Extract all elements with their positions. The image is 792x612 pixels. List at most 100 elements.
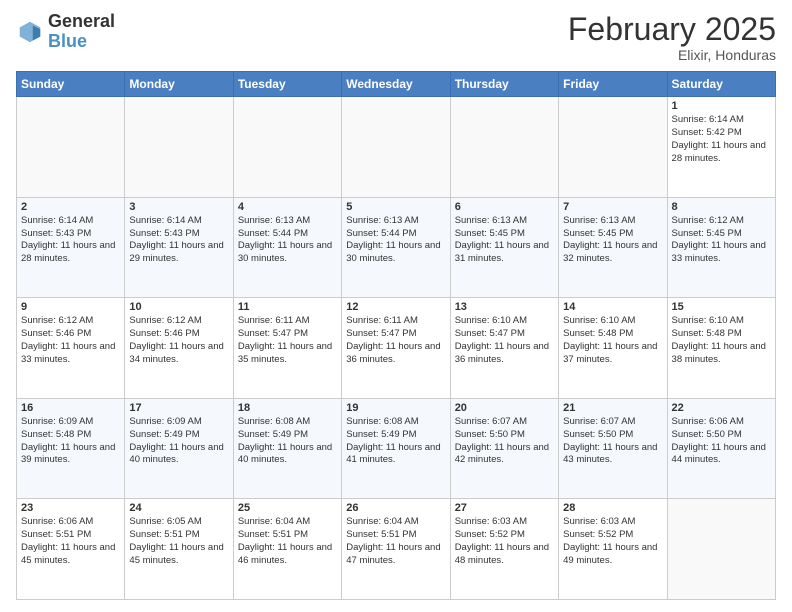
day-info: Sunrise: 6:09 AM Sunset: 5:48 PM Dayligh… <box>21 416 120 467</box>
day-number: 15 <box>672 301 771 313</box>
calendar-cell: 14 Sunrise: 6:10 AM Sunset: 5:48 PM Dayli… <box>559 298 667 399</box>
weekday-wednesday: Wednesday <box>342 72 450 97</box>
day-info: Sunrise: 6:13 AM Sunset: 5:44 PM Dayligh… <box>346 215 445 266</box>
day-info: Sunrise: 6:07 AM Sunset: 5:50 PM Dayligh… <box>455 416 554 467</box>
weekday-friday: Friday <box>559 72 667 97</box>
day-number: 1 <box>672 100 771 112</box>
calendar-cell: 20 Sunrise: 6:07 AM Sunset: 5:50 PM Dayli… <box>450 398 558 499</box>
day-number: 28 <box>563 502 662 514</box>
calendar-cell: 9Sunrise: 6:12 AM Sunset: 5:46 PM Daylig… <box>17 298 125 399</box>
day-number: 22 <box>672 402 771 414</box>
day-info: Sunrise: 6:10 AM Sunset: 5:48 PM Dayligh… <box>672 315 771 366</box>
calendar-cell: 21Sunrise: 6:07 AM Sunset: 5:50 PM Dayli… <box>559 398 667 499</box>
logo-text: General Blue <box>48 12 115 52</box>
calendar-cell <box>233 97 341 198</box>
day-number: 9 <box>21 301 120 313</box>
weekday-header-row: SundayMondayTuesdayWednesdayThursdayFrid… <box>17 72 776 97</box>
calendar-cell: 28 Sunrise: 6:03 AM Sunset: 5:52 PM Dayli… <box>559 499 667 600</box>
logo: General Blue <box>16 12 115 52</box>
calendar-cell: 26 Sunrise: 6:04 AM Sunset: 5:51 PM Dayli… <box>342 499 450 600</box>
page: General Blue February 2025 Elixir, Hondu… <box>0 0 792 612</box>
day-info: Sunrise: 6:12 AM Sunset: 5:45 PM Dayligh… <box>672 215 771 266</box>
location-subtitle: Elixir, Honduras <box>568 47 776 63</box>
day-info: Sunrise: 6:14 AM Sunset: 5:42 PM Dayligh… <box>672 114 771 165</box>
day-info: Sunrise: 6:10 AM Sunset: 5:48 PM Dayligh… <box>563 315 662 366</box>
day-info: Sunrise: 6:14 AM Sunset: 5:43 PM Dayligh… <box>21 215 120 266</box>
week-row-2: 9 Sunrise: 6:12 AM Sunset: 5:46 PM Daylig… <box>17 298 776 399</box>
calendar-cell: 12Sunrise: 6:11 AM Sunset: 5:47 PM Dayli… <box>342 298 450 399</box>
day-info: Sunrise: 6:05 AM Sunset: 5:51 PM Dayligh… <box>129 516 228 567</box>
day-number: 6 <box>455 201 554 213</box>
day-info: Sunrise: 6:03 AM Sunset: 5:52 PM Dayligh… <box>455 516 554 567</box>
day-number: 10 <box>129 301 228 313</box>
calendar-cell: 23Sunrise: 6:06 AM Sunset: 5:51 PM Dayli… <box>17 499 125 600</box>
calendar-cell: 4 Sunrise: 6:13 AM Sunset: 5:44 PM Daylig… <box>233 197 341 298</box>
day-info: Sunrise: 6:08 AM Sunset: 5:49 PM Dayligh… <box>346 416 445 467</box>
week-row-3: 16 Sunrise: 6:09 AM Sunset: 5:48 PM Dayli… <box>17 398 776 499</box>
day-number: 19 <box>346 402 445 414</box>
day-info: Sunrise: 6:06 AM Sunset: 5:51 PM Dayligh… <box>21 516 120 567</box>
day-number: 27 <box>455 502 554 514</box>
logo-icon <box>16 18 44 46</box>
day-info: Sunrise: 6:11 AM Sunset: 5:47 PM Dayligh… <box>346 315 445 366</box>
calendar-cell <box>667 499 775 600</box>
day-number: 11 <box>238 301 337 313</box>
calendar-cell <box>17 97 125 198</box>
day-info: Sunrise: 6:11 AM Sunset: 5:47 PM Dayligh… <box>238 315 337 366</box>
weekday-tuesday: Tuesday <box>233 72 341 97</box>
day-number: 5 <box>346 201 445 213</box>
weekday-sunday: Sunday <box>17 72 125 97</box>
week-row-1: 2 Sunrise: 6:14 AM Sunset: 5:43 PM Daylig… <box>17 197 776 298</box>
week-row-4: 23Sunrise: 6:06 AM Sunset: 5:51 PM Dayli… <box>17 499 776 600</box>
day-number: 8 <box>672 201 771 213</box>
header: General Blue February 2025 Elixir, Hondu… <box>16 12 776 63</box>
month-title: February 2025 <box>568 12 776 47</box>
day-info: Sunrise: 6:08 AM Sunset: 5:49 PM Dayligh… <box>238 416 337 467</box>
day-number: 4 <box>238 201 337 213</box>
calendar-cell <box>342 97 450 198</box>
calendar-cell: 15 Sunrise: 6:10 AM Sunset: 5:48 PM Dayli… <box>667 298 775 399</box>
day-number: 20 <box>455 402 554 414</box>
day-info: Sunrise: 6:03 AM Sunset: 5:52 PM Dayligh… <box>563 516 662 567</box>
calendar-cell: 1 Sunrise: 6:14 AM Sunset: 5:42 PM Daylig… <box>667 97 775 198</box>
day-number: 3 <box>129 201 228 213</box>
day-info: Sunrise: 6:07 AM Sunset: 5:50 PM Dayligh… <box>563 416 662 467</box>
weekday-saturday: Saturday <box>667 72 775 97</box>
day-info: Sunrise: 6:14 AM Sunset: 5:43 PM Dayligh… <box>129 215 228 266</box>
day-number: 26 <box>346 502 445 514</box>
day-number: 13 <box>455 301 554 313</box>
day-number: 16 <box>21 402 120 414</box>
day-info: Sunrise: 6:13 AM Sunset: 5:44 PM Dayligh… <box>238 215 337 266</box>
calendar-cell <box>450 97 558 198</box>
week-row-0: 1 Sunrise: 6:14 AM Sunset: 5:42 PM Daylig… <box>17 97 776 198</box>
day-info: Sunrise: 6:06 AM Sunset: 5:50 PM Dayligh… <box>672 416 771 467</box>
title-section: February 2025 Elixir, Honduras <box>568 12 776 63</box>
day-info: Sunrise: 6:04 AM Sunset: 5:51 PM Dayligh… <box>346 516 445 567</box>
day-number: 14 <box>563 301 662 313</box>
logo-blue-text: Blue <box>48 31 87 51</box>
day-number: 17 <box>129 402 228 414</box>
calendar-cell: 18 Sunrise: 6:08 AM Sunset: 5:49 PM Dayli… <box>233 398 341 499</box>
calendar-table: SundayMondayTuesdayWednesdayThursdayFrid… <box>16 71 776 600</box>
calendar-cell: 10 Sunrise: 6:12 AM Sunset: 5:46 PM Dayli… <box>125 298 233 399</box>
calendar-cell: 6 Sunrise: 6:13 AM Sunset: 5:45 PM Daylig… <box>450 197 558 298</box>
calendar-cell: 11 Sunrise: 6:11 AM Sunset: 5:47 PM Dayli… <box>233 298 341 399</box>
calendar-cell: 7Sunrise: 6:13 AM Sunset: 5:45 PM Daylig… <box>559 197 667 298</box>
calendar-cell: 5 Sunrise: 6:13 AM Sunset: 5:44 PM Daylig… <box>342 197 450 298</box>
calendar-cell: 3 Sunrise: 6:14 AM Sunset: 5:43 PM Daylig… <box>125 197 233 298</box>
calendar-cell: 2 Sunrise: 6:14 AM Sunset: 5:43 PM Daylig… <box>17 197 125 298</box>
day-info: Sunrise: 6:12 AM Sunset: 5:46 PM Dayligh… <box>129 315 228 366</box>
day-number: 7 <box>563 201 662 213</box>
day-number: 18 <box>238 402 337 414</box>
calendar-cell: 27 Sunrise: 6:03 AM Sunset: 5:52 PM Dayli… <box>450 499 558 600</box>
calendar-cell: 13Sunrise: 6:10 AM Sunset: 5:47 PM Dayli… <box>450 298 558 399</box>
day-number: 2 <box>21 201 120 213</box>
calendar-cell: 22 Sunrise: 6:06 AM Sunset: 5:50 PM Dayli… <box>667 398 775 499</box>
calendar-cell: 17Sunrise: 6:09 AM Sunset: 5:49 PM Dayli… <box>125 398 233 499</box>
day-info: Sunrise: 6:13 AM Sunset: 5:45 PM Dayligh… <box>455 215 554 266</box>
calendar-cell: 25Sunrise: 6:04 AM Sunset: 5:51 PM Dayli… <box>233 499 341 600</box>
logo-general-text: General <box>48 11 115 31</box>
calendar-cell <box>125 97 233 198</box>
calendar-cell: 16 Sunrise: 6:09 AM Sunset: 5:48 PM Dayli… <box>17 398 125 499</box>
day-info: Sunrise: 6:04 AM Sunset: 5:51 PM Dayligh… <box>238 516 337 567</box>
